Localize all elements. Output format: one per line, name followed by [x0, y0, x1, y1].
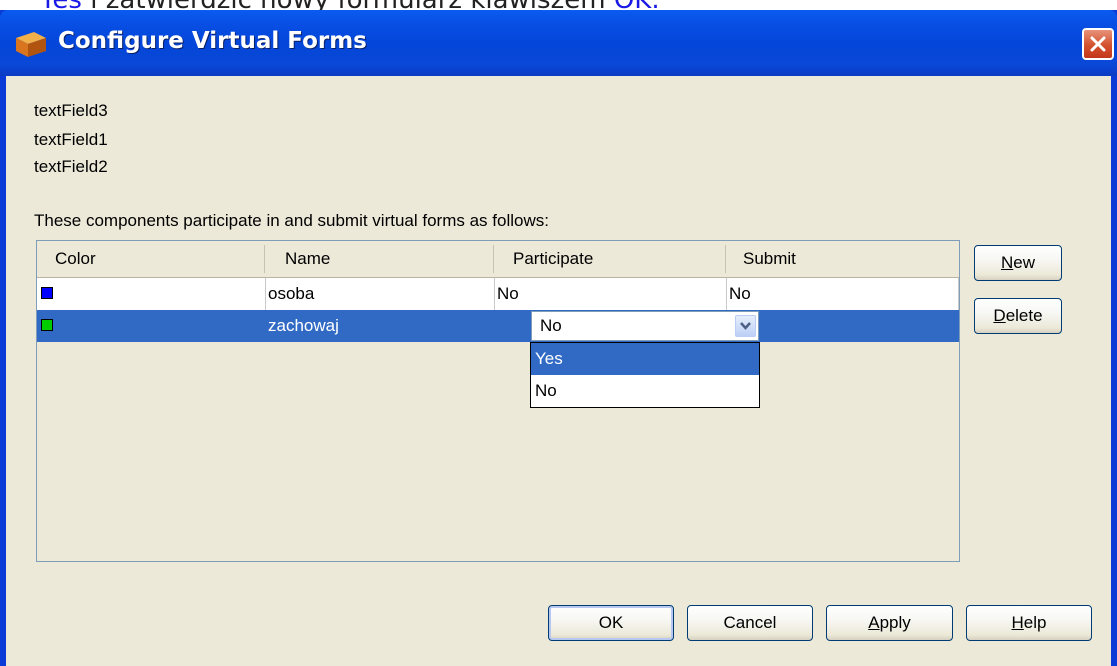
yes-link[interactable]: Yes — [40, 0, 82, 10]
cancel-button[interactable]: Cancel — [687, 605, 813, 641]
dialog-icon — [16, 32, 46, 57]
column-separator[interactable] — [725, 245, 726, 273]
dropdown-option-no[interactable]: No — [531, 375, 759, 407]
configure-virtual-forms-dialog: Configure Virtual Forms textField3 textF… — [0, 10, 1117, 666]
participate-combobox[interactable]: No — [531, 311, 759, 341]
table-row-selected[interactable]: zachowaj No — [37, 310, 959, 342]
close-icon — [1090, 36, 1106, 52]
instruction-middle: i zatwierdzić nowy formularz klawiszem — [82, 0, 614, 10]
virtual-forms-table: Color Name Participate Submit osoba No N… — [36, 240, 960, 562]
chevron-down-icon — [740, 322, 751, 330]
submit-cell[interactable]: No — [727, 310, 959, 342]
color-swatch — [41, 287, 53, 299]
column-separator[interactable] — [493, 245, 494, 273]
delete-button[interactable]: Delete — [974, 298, 1062, 334]
component-label: textField1 — [34, 130, 108, 149]
dropdown-option-yes[interactable]: Yes — [531, 343, 759, 375]
title-bar[interactable]: Configure Virtual Forms — [0, 10, 1117, 76]
help-button[interactable]: Help — [966, 605, 1092, 641]
column-header-participate[interactable]: Participate — [513, 241, 593, 277]
color-cell[interactable] — [37, 278, 266, 310]
page-instruction-text: Yes i zatwierdzić nowy formularz klawisz… — [40, 0, 660, 10]
dialog-body: textField3 textField1 textField2 These c… — [6, 76, 1111, 666]
component-label: textField3 — [34, 101, 108, 120]
close-button[interactable] — [1082, 28, 1114, 60]
description-text: These components participate in and subm… — [34, 211, 549, 230]
ok-link[interactable]: OK. — [614, 0, 660, 10]
participate-cell[interactable]: No — [495, 278, 727, 310]
column-header-submit[interactable]: Submit — [743, 241, 796, 277]
dialog-title: Configure Virtual Forms — [58, 28, 367, 54]
component-label: textField2 — [34, 157, 108, 176]
column-separator[interactable] — [264, 245, 265, 273]
column-header-name[interactable]: Name — [285, 241, 330, 277]
submit-cell[interactable]: No — [727, 278, 959, 310]
color-cell[interactable] — [37, 310, 266, 342]
participate-dropdown-list: Yes No — [530, 342, 760, 408]
table-header: Color Name Participate Submit — [37, 241, 959, 278]
name-cell[interactable]: zachowaj — [266, 310, 495, 342]
new-button[interactable]: New — [974, 245, 1062, 281]
table-row[interactable]: osoba No No — [37, 278, 959, 310]
combobox-value: No — [540, 316, 562, 335]
column-header-color[interactable]: Color — [55, 241, 96, 277]
name-cell[interactable]: osoba — [266, 278, 495, 310]
color-swatch — [41, 319, 53, 331]
apply-button[interactable]: Apply — [826, 605, 953, 641]
ok-button[interactable]: OK — [548, 605, 674, 641]
dropdown-arrow-button[interactable] — [735, 315, 756, 337]
